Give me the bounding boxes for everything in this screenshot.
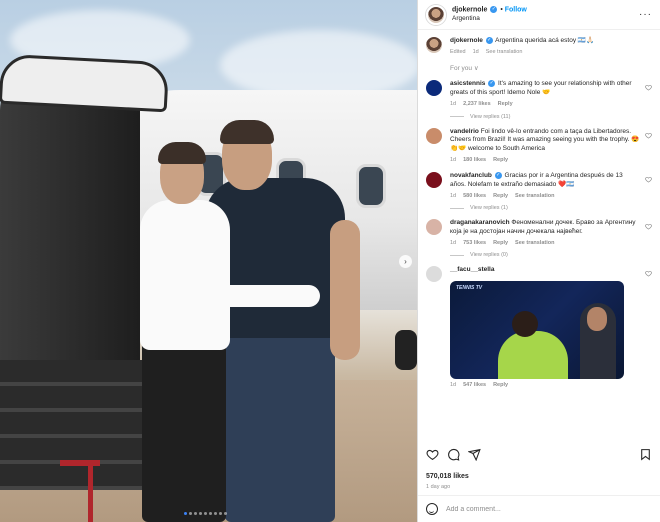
follow-button[interactable]: Follow: [505, 6, 527, 13]
avatar[interactable]: [426, 266, 442, 283]
add-comment-bar: [418, 495, 660, 522]
gif-watermark: TENNIS TV: [456, 285, 483, 292]
comment-username[interactable]: asicstennis: [450, 81, 485, 88]
comment-username[interactable]: novakfanclub: [450, 173, 492, 180]
view-replies-button[interactable]: View replies (1): [450, 205, 652, 211]
instagram-post-modal: › djokernole ✓ • Follow Argentina ··· dj…: [0, 0, 660, 522]
caption-edited: Edited: [450, 48, 466, 55]
comment-likes[interactable]: 580 likes: [463, 193, 486, 200]
comment-time: 1d: [450, 240, 457, 246]
avatar[interactable]: [426, 219, 442, 236]
reply-button[interactable]: Reply: [493, 193, 508, 200]
action-bar: [426, 448, 652, 463]
post-header: djokernole ✓ • Follow Argentina ···: [418, 0, 660, 30]
comment-likes[interactable]: 547 likes: [463, 382, 486, 389]
avatar[interactable]: [426, 172, 442, 189]
reply-button[interactable]: Reply: [498, 101, 513, 108]
comment-time: 1d: [450, 101, 457, 108]
avatar[interactable]: [426, 127, 442, 144]
heart-icon[interactable]: [645, 270, 652, 277]
carousel-dot: [199, 512, 202, 515]
person-left-legs: [142, 340, 226, 522]
comment-gif[interactable]: TENNIS TV: [450, 281, 624, 380]
heart-icon[interactable]: [645, 223, 652, 231]
caption-time: 1d: [472, 48, 479, 55]
for-you-dropdown[interactable]: For you ∨: [450, 64, 652, 72]
verified-icon: ✓: [490, 5, 498, 13]
post-photo[interactable]: ›: [0, 0, 417, 522]
carousel-dots: [184, 512, 227, 515]
see-translation-link[interactable]: See translation: [486, 49, 523, 56]
post-username[interactable]: djokernole: [452, 6, 487, 13]
carousel-dot: [219, 512, 222, 515]
avatar[interactable]: [426, 4, 446, 25]
comment-time: 1d: [450, 382, 457, 389]
view-replies-label: View replies (11): [470, 113, 511, 120]
carousel-dot: [194, 512, 197, 515]
divider: [450, 254, 464, 256]
view-replies-button[interactable]: View replies (11): [450, 114, 652, 120]
comment-time: 1d: [450, 156, 457, 163]
comment: novakfanclub ✓ Gracias por ir a Argentin…: [426, 172, 652, 200]
carousel-dot: [189, 512, 192, 515]
person-right-legs: [225, 320, 335, 522]
heart-icon[interactable]: [645, 176, 652, 183]
view-replies-label: View replies (0): [470, 252, 508, 259]
heart-icon[interactable]: [426, 448, 439, 463]
comment-username[interactable]: draganakaranovich: [450, 219, 510, 226]
post-side-panel: djokernole ✓ • Follow Argentina ··· djok…: [417, 0, 660, 522]
comment-time: 1d: [450, 193, 457, 200]
comment: draganakaranovich Феноменални дочек. Бра…: [426, 219, 652, 247]
carousel-dot: [214, 512, 217, 515]
carousel-dot: [224, 512, 227, 515]
reply-button[interactable]: Reply: [493, 382, 508, 389]
carousel-dot: [184, 512, 187, 515]
comment: __facu__stella TENNIS TV 1d 547 likes Reply: [426, 266, 652, 389]
share-icon[interactable]: [467, 448, 481, 463]
comment: vandelrio Foi lindo vê-lo entrando com a…: [426, 127, 652, 165]
caption-text: Argentina querida acá estoy 🇦🇷🙏🏻: [495, 37, 595, 45]
emoji-icon[interactable]: [426, 503, 438, 515]
carousel-dot: [209, 512, 212, 515]
jet-door-top: [0, 53, 170, 113]
comment-username[interactable]: vandelrio: [450, 128, 479, 135]
comment-input[interactable]: [446, 505, 652, 513]
person-left: [140, 200, 230, 350]
heart-icon[interactable]: [645, 84, 652, 91]
divider: [450, 207, 464, 209]
post-location[interactable]: Argentina: [452, 15, 527, 23]
comment-text: Foi lindo vê-lo entrando com a taça da L…: [450, 127, 640, 153]
comment: asicstennis ✓ It's amazing to see your r…: [426, 80, 652, 108]
heart-icon[interactable]: [645, 132, 652, 139]
carousel-next-icon[interactable]: ›: [399, 255, 412, 268]
more-icon[interactable]: ···: [639, 9, 652, 20]
reply-button[interactable]: Reply: [493, 157, 508, 164]
reply-button[interactable]: Reply: [493, 240, 508, 247]
jet-stairs: [0, 360, 150, 490]
avatar[interactable]: [426, 80, 442, 97]
caption-username[interactable]: djokernole: [450, 37, 483, 44]
jet-door: [0, 70, 140, 390]
bookmark-icon[interactable]: [639, 448, 652, 463]
comment-likes[interactable]: 180 likes: [463, 157, 486, 164]
post-age: 1 day ago: [426, 484, 451, 490]
view-replies-label: View replies (1): [470, 205, 508, 212]
comments-list[interactable]: djokernole ✓ Argentina querida acá estoy…: [418, 30, 660, 442]
comment-username[interactable]: __facu__stella: [450, 266, 494, 273]
caption: djokernole ✓ Argentina querida acá estoy…: [426, 37, 652, 56]
comment-icon[interactable]: [447, 448, 460, 463]
see-translation-link[interactable]: See translation: [515, 193, 554, 200]
comment-likes[interactable]: 2,237 likes: [463, 101, 491, 108]
likes-count[interactable]: 570,018 likes: [426, 473, 469, 480]
verified-icon: ✓: [485, 37, 493, 44]
view-replies-button[interactable]: View replies (0): [450, 252, 652, 258]
verified-icon: ✓: [494, 172, 502, 180]
avatar[interactable]: [426, 37, 442, 53]
carousel-dot: [204, 512, 207, 515]
see-translation-link[interactable]: See translation: [515, 240, 554, 247]
verified-icon: ✓: [488, 80, 496, 88]
comment-likes[interactable]: 753 likes: [463, 240, 486, 247]
divider: [450, 116, 464, 118]
